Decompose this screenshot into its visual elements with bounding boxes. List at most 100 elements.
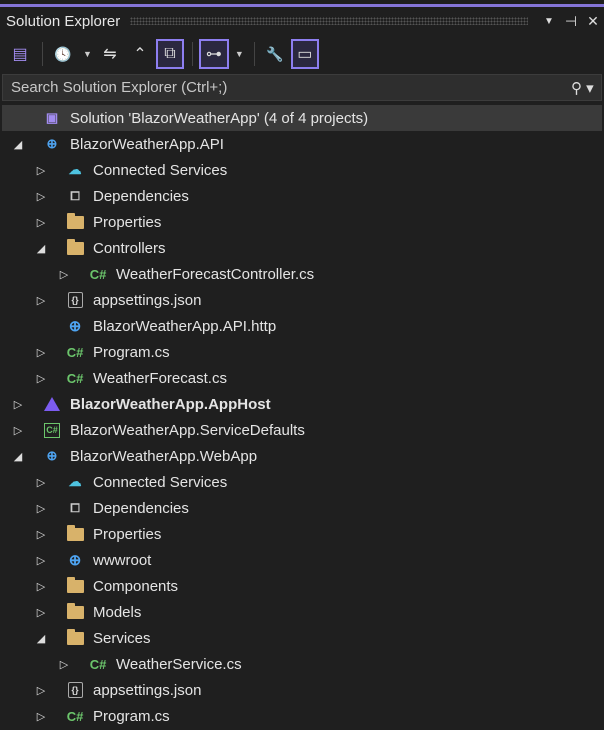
- collapse-arrow-icon[interactable]: ◢: [12, 138, 24, 151]
- cloud-icon: ☁: [68, 162, 82, 177]
- dependencies-icon: ⧠: [70, 188, 80, 203]
- chevron-down-icon[interactable]: ▼: [235, 49, 244, 59]
- expand-arrow-icon[interactable]: ▷: [58, 658, 70, 671]
- tree-item-label: Properties: [93, 213, 162, 231]
- tree-item-label: WeatherForecast.cs: [93, 369, 227, 387]
- hierarchy-icon: ⊶: [205, 46, 222, 63]
- expand-arrow-icon[interactable]: ▷: [35, 294, 47, 307]
- expand-arrow-icon[interactable]: ▷: [35, 502, 47, 515]
- tree-item[interactable]: ▷ C# WeatherForecast.cs: [0, 365, 604, 391]
- drag-grip[interactable]: [130, 17, 528, 25]
- tree-item-label: wwwroot: [93, 551, 152, 569]
- toolbar-separator: [191, 42, 193, 66]
- tree-item-label: appsettings.json: [93, 291, 202, 309]
- tree-item[interactable]: ▷ {} appsettings.json: [0, 287, 604, 313]
- expand-arrow-icon[interactable]: ▷: [12, 424, 24, 437]
- tree-item-label: Connected Services: [93, 161, 228, 179]
- expand-arrow-icon[interactable]: ▷: [35, 554, 47, 567]
- csharp-icon: C#: [66, 708, 84, 724]
- pin-icon[interactable]: ⊣: [560, 13, 582, 30]
- tree-item[interactable]: ▷ C# WeatherForecastController.cs: [0, 261, 604, 287]
- tree-item-label: Models: [93, 603, 142, 621]
- tree-item[interactable]: ▣ Solution 'BlazorWeatherApp' (4 of 4 pro…: [2, 105, 602, 131]
- collapse-all-button[interactable]: ⌃: [126, 39, 154, 69]
- expand-arrow-icon[interactable]: ▷: [35, 606, 47, 619]
- chevron-down-icon[interactable]: ▼: [83, 49, 92, 59]
- csharp-icon: C#: [89, 266, 107, 282]
- tree-item-label: WeatherService.cs: [116, 655, 242, 673]
- tree-item-label: BlazorWeatherApp.API: [70, 135, 224, 153]
- apphost-icon: [42, 395, 62, 413]
- tree-item-label: Connected Services: [93, 473, 228, 491]
- active-panel-indicator: [0, 4, 604, 7]
- tree-item-label: BlazorWeatherApp.WebApp: [70, 447, 258, 465]
- collapse-arrow-icon[interactable]: ◢: [35, 632, 47, 645]
- expand-arrow-icon[interactable]: ▷: [35, 216, 47, 229]
- tree-item[interactable]: ◢ ⊕ BlazorWeatherApp.WebApp: [0, 443, 604, 469]
- tree-item[interactable]: ▷ Properties: [0, 521, 604, 547]
- sync-with-document-button[interactable]: ⇋: [96, 39, 124, 69]
- switch-views-button[interactable]: ▤: [6, 39, 34, 69]
- tree-item[interactable]: ⊕ BlazorWeatherApp.API.http: [0, 313, 604, 339]
- tree-item[interactable]: ▷ C# Program.cs: [0, 703, 604, 729]
- tree-item[interactable]: ◢ Services: [0, 625, 604, 651]
- expand-arrow-icon[interactable]: ▷: [35, 684, 47, 697]
- expand-arrow-icon[interactable]: ▷: [35, 476, 47, 489]
- cloud-icon: ☁: [68, 474, 82, 489]
- expand-arrow-icon[interactable]: ▷: [35, 346, 47, 359]
- close-icon[interactable]: ✕: [582, 13, 604, 30]
- tree-item[interactable]: ▷ C# BlazorWeatherApp.ServiceDefaults: [0, 417, 604, 443]
- window-menu-icon[interactable]: ▼: [538, 16, 560, 27]
- expand-arrow-icon[interactable]: ▷: [35, 710, 47, 723]
- tree-item[interactable]: ▷ C# Program.cs: [0, 339, 604, 365]
- tree-item[interactable]: ▷ ⧠ Dependencies: [0, 495, 604, 521]
- solution-tree: ▣ Solution 'BlazorWeatherApp' (4 of 4 pro…: [0, 105, 604, 729]
- tree-item[interactable]: ▷ C# WeatherService.cs: [0, 651, 604, 677]
- tree-item[interactable]: ▷ Components: [0, 573, 604, 599]
- tree-item-label: Program.cs: [93, 707, 170, 725]
- preview-selected-button[interactable]: ▭: [290, 39, 319, 69]
- expand-arrow-icon[interactable]: ▷: [58, 268, 70, 281]
- switch-views-icon: ▤: [12, 46, 28, 63]
- collapse-arrow-icon[interactable]: ◢: [12, 450, 24, 463]
- collapse-arrow-icon[interactable]: ◢: [35, 242, 47, 255]
- toolbar: ▤ 🕓 ▼ ⇋ ⌃ ⧉ ⊶ ▼ 🔧 ▭: [0, 36, 604, 72]
- expand-arrow-icon[interactable]: ▷: [35, 164, 47, 177]
- tree-item[interactable]: ▷ {} appsettings.json: [0, 677, 604, 703]
- show-all-files-icon: ⧉: [164, 45, 176, 62]
- search-box: ⚲ ▾: [2, 74, 602, 101]
- tree-item-label: Services: [93, 629, 151, 647]
- wrench-icon: 🔧: [266, 45, 284, 62]
- expand-arrow-icon[interactable]: ▷: [35, 190, 47, 203]
- toolbar-separator: [253, 42, 255, 66]
- tree-item-label: Dependencies: [93, 499, 189, 517]
- expand-arrow-icon[interactable]: ▷: [35, 528, 47, 541]
- tree-item-label: Controllers: [93, 239, 166, 257]
- search-icon[interactable]: ⚲ ▾: [571, 79, 601, 97]
- csproj-icon: C#: [42, 421, 62, 439]
- tree-item[interactable]: ▷ ⧠ Dependencies: [0, 183, 604, 209]
- tree-item[interactable]: ▷ ⊕ wwwroot: [0, 547, 604, 573]
- tree-item[interactable]: ◢ Controllers: [0, 235, 604, 261]
- folder-icon: [65, 602, 85, 621]
- expand-arrow-icon[interactable]: ▷: [35, 372, 47, 385]
- tree-item[interactable]: ▷ Properties: [0, 209, 604, 235]
- search-input[interactable]: [11, 79, 571, 96]
- tree-item-label: Dependencies: [93, 187, 189, 205]
- properties-button[interactable]: 🔧: [261, 39, 289, 69]
- folder-icon: [65, 238, 85, 257]
- tree-item[interactable]: ◢ ⊕ BlazorWeatherApp.API: [0, 131, 604, 157]
- show-all-files-button[interactable]: ⧉: [155, 39, 184, 69]
- sync-icon: ⇋: [103, 46, 117, 63]
- tree-item-label: Solution 'BlazorWeatherApp' (4 of 4 proj…: [70, 109, 369, 127]
- pending-changes-filter-button[interactable]: 🕓: [49, 39, 77, 69]
- tree-item[interactable]: ▷ ☁ Connected Services: [0, 469, 604, 495]
- tree-item[interactable]: ▷ ☁ Connected Services: [0, 157, 604, 183]
- json-icon: {}: [65, 291, 85, 309]
- tree-item[interactable]: ▷ BlazorWeatherApp.AppHost: [0, 391, 604, 417]
- csharp-icon: C#: [66, 344, 84, 360]
- view-toggle-button[interactable]: ⊶: [198, 39, 229, 69]
- expand-arrow-icon[interactable]: ▷: [35, 580, 47, 593]
- expand-arrow-icon[interactable]: ▷: [12, 398, 24, 411]
- tree-item[interactable]: ▷ Models: [0, 599, 604, 625]
